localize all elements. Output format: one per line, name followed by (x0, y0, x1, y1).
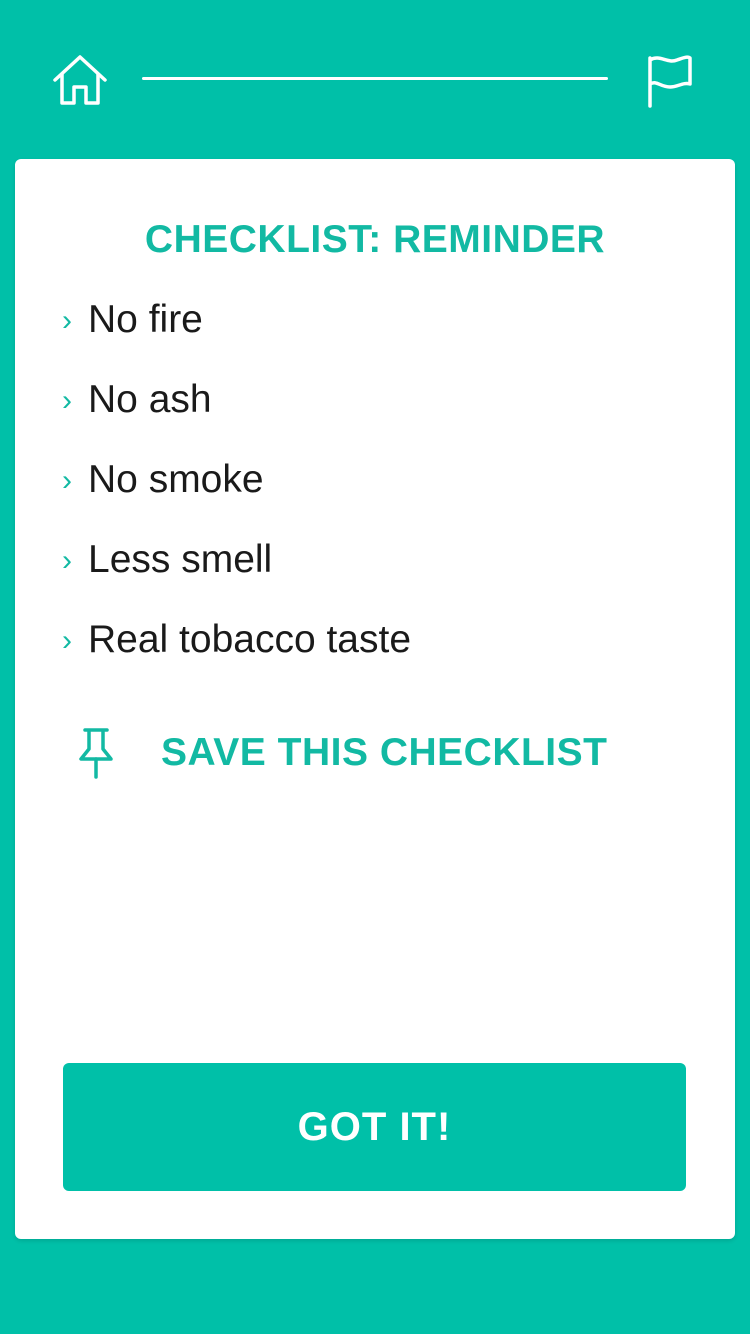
top-bar (0, 0, 750, 160)
list-item: › No fire (62, 296, 411, 344)
list-item: › Less smell (62, 536, 411, 584)
got-it-button[interactable]: GOT IT! (63, 1063, 686, 1191)
flag-button[interactable] (638, 50, 702, 112)
progress-line (142, 77, 608, 80)
list-item: › Real tobacco taste (62, 616, 411, 664)
pin-icon (70, 722, 122, 784)
chevron-right-icon: › (62, 304, 72, 337)
list-item-label: No ash (88, 378, 212, 421)
list-item-label: No fire (88, 298, 203, 341)
chevron-right-icon: › (62, 624, 72, 657)
list-item-label: Real tobacco taste (88, 618, 412, 661)
chevron-right-icon: › (62, 544, 72, 577)
save-checklist-label: SAVE THIS CHECKLIST (161, 731, 608, 774)
list-item: › No ash (62, 376, 411, 424)
chevron-right-icon: › (62, 464, 72, 497)
save-checklist-button[interactable]: SAVE THIS CHECKLIST (70, 722, 607, 784)
checklist: › No fire › No ash › No smoke › Less sme… (62, 296, 411, 696)
home-button[interactable] (46, 50, 114, 110)
flag-icon (648, 55, 692, 108)
home-icon (53, 55, 107, 105)
list-item-label: No smoke (88, 458, 264, 501)
list-item-label: Less smell (88, 538, 273, 581)
card-title: CHECKLIST: REMINDER (144, 218, 606, 261)
chevron-right-icon: › (62, 384, 72, 417)
list-item: › No smoke (62, 456, 411, 504)
